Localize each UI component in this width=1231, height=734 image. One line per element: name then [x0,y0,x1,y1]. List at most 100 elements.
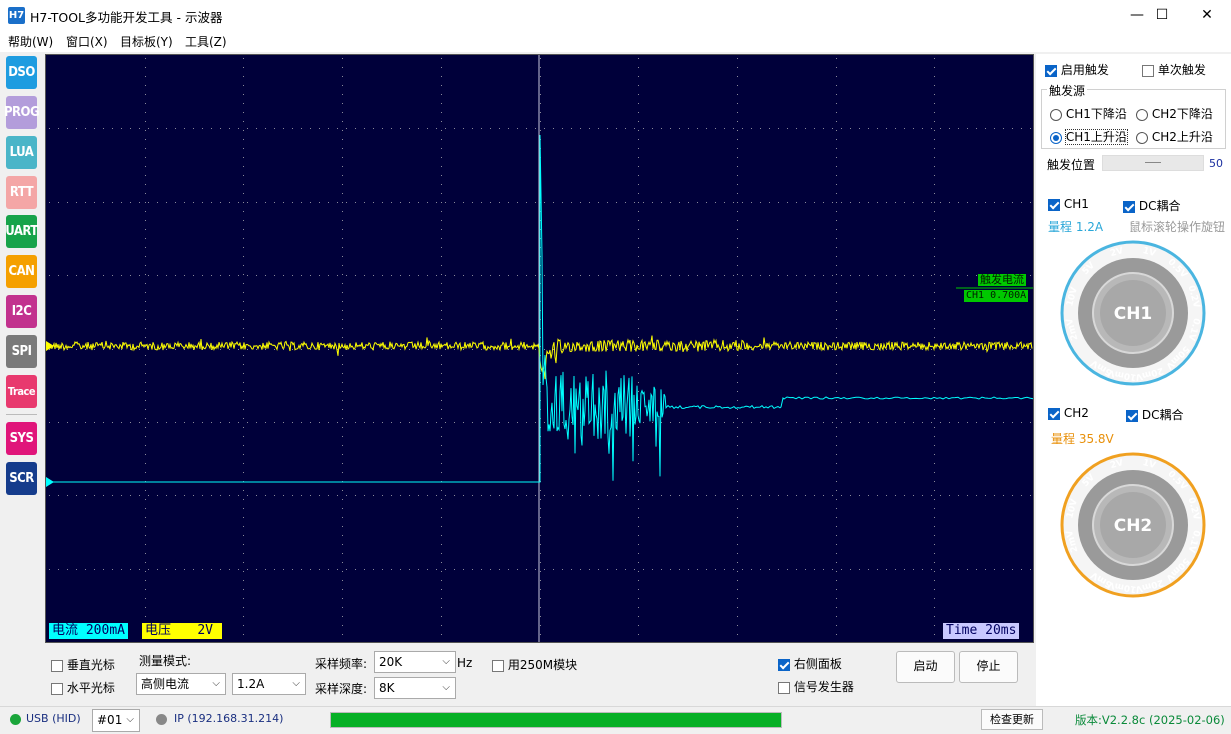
checkbox-checked-icon [1126,409,1138,422]
menu-window[interactable]: 窗口(X) [66,33,108,50]
ch1-offset-marker[interactable] [46,477,54,487]
right-panel-checkbox[interactable]: 右侧面板 [778,655,842,672]
ch2-label: CH2 [1063,406,1089,420]
single-trigger-checkbox[interactable]: 单次触发 [1142,61,1206,78]
ch2-dc-coupling-checkbox[interactable]: DC耦合 [1126,406,1183,423]
menu-tools[interactable]: 工具(Z) [185,33,227,50]
ip-status-icon [156,714,167,725]
sample-rate-value: 20K [379,655,403,669]
trigger-ch1-falling[interactable]: CH1下降沿 [1050,105,1127,122]
radio-icon [1136,131,1148,144]
menu-help[interactable]: 帮助(W) [8,33,53,50]
timebase-label: Time [946,623,978,638]
vertical-cursor-label: 垂直光标 [66,658,115,672]
ch2-dial[interactable]: 5mV10mV20mV50mV0.1V0.2V0.5V1V2V5V10V2mVC… [1060,452,1206,598]
device-value: #01 [97,713,123,727]
ch2-scale-tag: 电压 2V [142,623,222,639]
ch2-dc-label: DC耦合 [1141,408,1184,422]
timebase-tag: Time 20ms [943,623,1020,639]
module-prog-button[interactable]: PROG [4,96,40,129]
radio-icon [1050,108,1062,121]
vertical-cursor-checkbox[interactable]: 垂直光标 [51,656,115,673]
usb-status-label: USB (HID) [26,712,81,725]
device-select[interactable]: #01 ⌵ [92,709,140,732]
sample-depth-label: 采样深度: [315,682,368,696]
trigger-position-label: 触发位置 [1047,158,1096,172]
slider-thumb[interactable] [1145,162,1161,163]
module-rtt-button[interactable]: RTT [6,176,37,209]
horizontal-cursor-checkbox[interactable]: 水平光标 [51,679,115,696]
oscilloscope-display[interactable]: 电流 200mA 电压 2V Time 20ms 触发电流 CH1 0.700A [45,54,1034,643]
trigger-option-label: CH1上升沿 [1064,129,1128,145]
waveform-canvas[interactable] [45,55,1034,642]
sample-rate-select[interactable]: 20K ⌵ [374,651,456,673]
ch1-dial[interactable]: 5mV10mV20mV50mV0.1V0.2V0.5V1V2V5V10V2mVC… [1060,240,1206,386]
module-i2c-button[interactable]: I2C [6,295,37,328]
maximize-button[interactable]: ☐ [1139,0,1185,30]
chevron-down-icon: ⌵ [292,678,300,689]
ch2-enable-checkbox[interactable]: CH2 [1048,406,1089,420]
radio-selected-icon [1050,131,1062,144]
ch1-scale-value: 200mA [85,623,125,638]
ch2-scale-label: 电压 [145,623,172,638]
signal-generator-checkbox[interactable]: 信号发生器 [778,678,854,695]
horizontal-cursor-label: 水平光标 [66,681,115,695]
ch1-knob-hint: 鼠标滚轮操作旋钮 [1129,220,1226,234]
check-update-button[interactable]: 检查更新 [981,709,1043,730]
menu-target-board[interactable]: 目标板(Y) [120,33,173,50]
measure-mode-select[interactable]: 高侧电流 ⌵ [136,673,226,695]
module-scr-button[interactable]: SCR [6,462,37,495]
checkbox-checked-icon [1048,407,1060,420]
window-title: H7-TOOL多功能开发工具 - 示波器 [30,10,223,25]
right-panel-label: 右侧面板 [793,657,842,671]
chevron-down-icon: ⌵ [126,714,134,725]
dial-center-label: CH1 [1114,304,1153,324]
trigger-ch1-rising[interactable]: CH1上升沿 [1050,128,1128,145]
trigger-position-slider[interactable] [1102,155,1204,171]
range-select[interactable]: 1.2A ⌵ [232,673,306,695]
ch1-scale-label: 电流 [52,623,79,638]
close-button[interactable]: ✕ [1184,0,1230,30]
ch1-dc-coupling-checkbox[interactable]: DC耦合 [1123,197,1180,214]
module-uart-button[interactable]: UART [5,215,38,248]
checkbox-unchecked-icon [778,681,790,694]
module-sys-button[interactable]: SYS [6,422,37,455]
sample-depth-value: 8K [379,681,395,695]
ip-status-label: IP (192.168.31.214) [174,712,284,725]
module-spi-button[interactable]: SPI [6,335,37,368]
range-value: 1.2A [237,677,265,691]
sample-depth-select[interactable]: 8K ⌵ [374,677,456,699]
trigger-source-title: 触发源 [1047,82,1088,99]
start-button[interactable]: 启动 [896,651,955,683]
ch1-enable-checkbox[interactable]: CH1 [1048,197,1089,211]
trigger-option-label: CH2下降沿 [1151,107,1213,121]
use-250m-checkbox[interactable]: 用250M模块 [492,656,577,673]
module-lua-button[interactable]: LUA [6,136,37,169]
trigger-ch2-falling[interactable]: CH2下降沿 [1136,105,1213,122]
ch2-range-knob[interactable]: 5mV 10mV 20mV 50mV 0.1V 0.2V 0.5V 1V 2V 5V 10V 2mV C… [1060,452,1206,601]
trigger-ch2-rising[interactable]: CH2上升沿 [1136,128,1213,145]
single-trigger-label: 单次触发 [1157,63,1206,77]
trigger-position-value: 50 [1209,157,1223,170]
signal-generator-label: 信号发生器 [793,680,854,694]
stop-button[interactable]: 停止 [959,651,1018,683]
right-panel: 启用触发 单次触发 触发源 CH1下降沿 CH2下降沿 CH1上升沿 CH2上升… [1036,54,1231,706]
ch1-range-knob[interactable]: 5mV 10mV 20mV 50mV 0.1V 0.2V 0.5V 1V 2V 5V 10V 2mV C… [1060,240,1206,389]
module-can-button[interactable]: CAN [6,255,37,288]
ch2-range: 量程 35.8V [1051,432,1114,446]
checkbox-unchecked-icon [1142,64,1154,77]
module-trace-button[interactable]: Trace [6,375,37,408]
title-bar: H7 H7-TOOL多功能开发工具 - 示波器 — ☐ ✕ [0,0,1231,30]
checkbox-unchecked-icon [51,682,63,695]
trigger-level-label: 触发电流 [978,273,1026,286]
use-250m-label: 用250M模块 [507,658,578,672]
progress-bar [330,712,782,728]
version-label: 版本:V2.2.8c (2025-02-06) [1075,713,1225,727]
measure-mode-label: 测量模式: [139,654,192,668]
module-dso-button[interactable]: DSO [6,56,37,89]
ch2-scale-value: 2V [197,623,213,638]
chevron-down-icon: ⌵ [442,656,450,667]
ch1-current-trace [46,134,1034,483]
enable-trigger-checkbox[interactable]: 启用触发 [1045,61,1109,78]
timebase-value: 20ms [985,623,1017,638]
